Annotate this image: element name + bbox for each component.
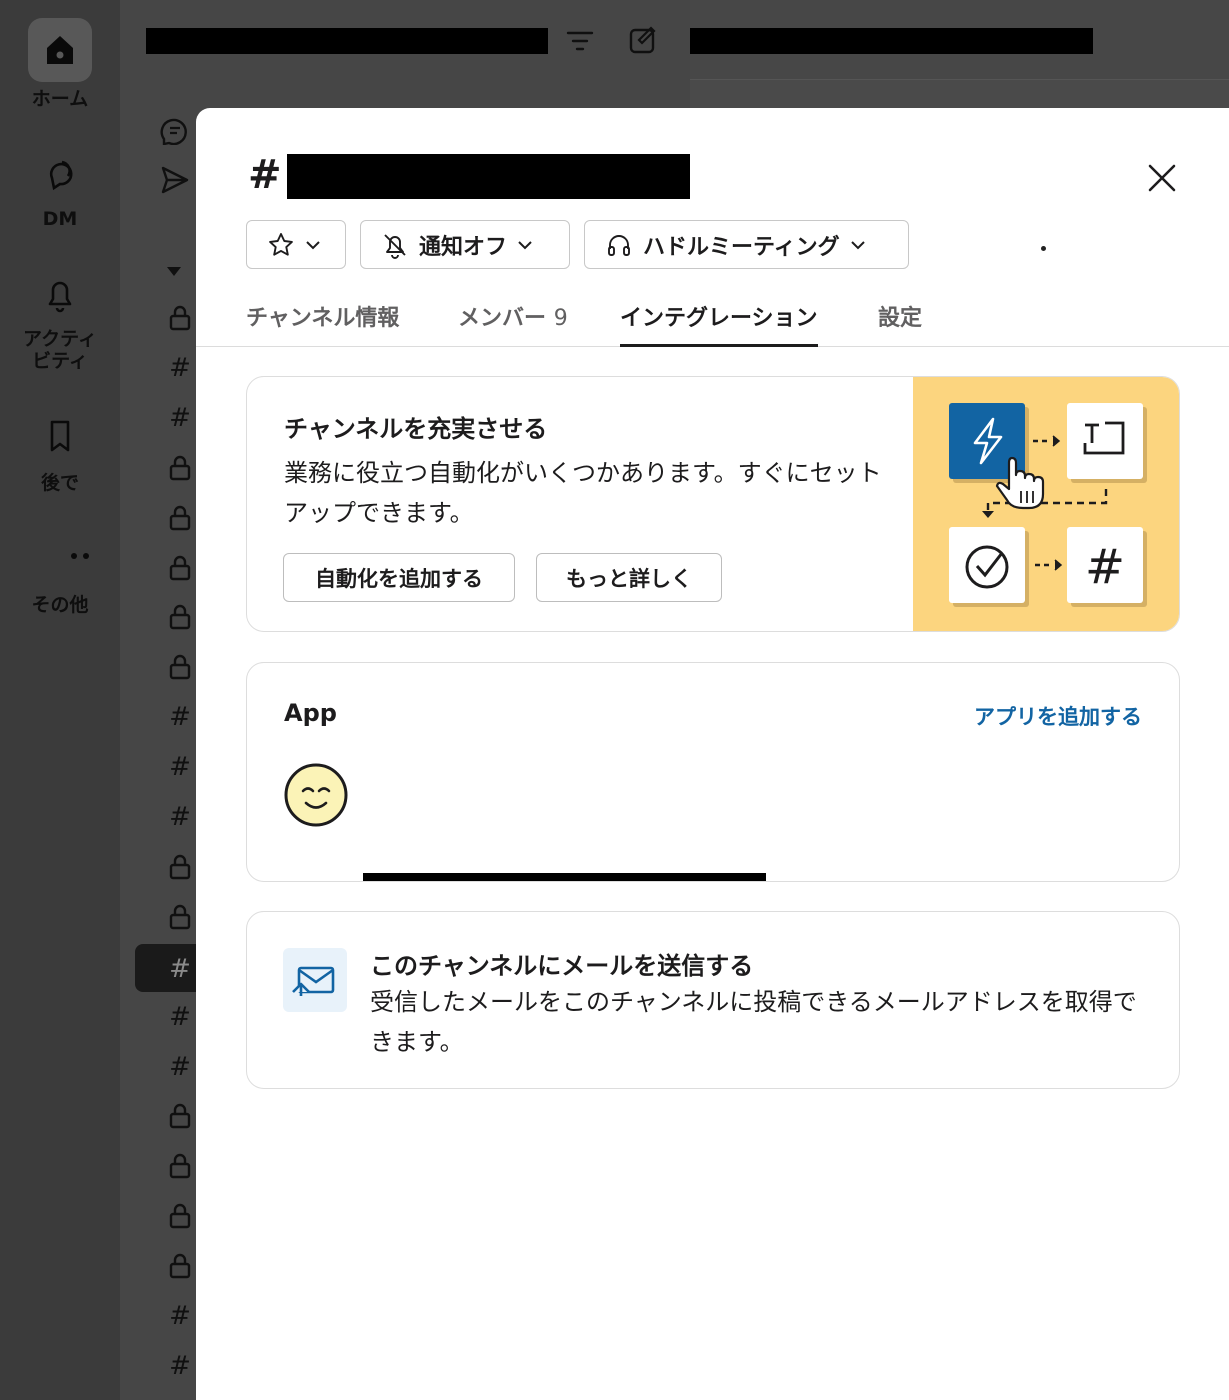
lock-icon[interactable] — [160, 498, 200, 538]
email-icon — [283, 948, 347, 1012]
lock-icon[interactable] — [160, 1146, 200, 1186]
app-name-redacted[interactable] — [363, 873, 766, 881]
promo-title: チャンネルを充実させる — [284, 415, 548, 443]
stray-dot — [1041, 246, 1046, 251]
rail-activity-label: アクティ ビティ — [23, 328, 97, 372]
tab-members[interactable]: メンバー 9 — [458, 300, 568, 347]
chevron-down-icon — [306, 240, 320, 249]
compose-icon[interactable] — [628, 24, 660, 60]
modal-title-hash: # — [248, 152, 282, 198]
rail-home-label: ホーム — [31, 88, 89, 110]
rail-dm-label: DM — [42, 208, 78, 230]
rail-dm[interactable]: DM — [0, 148, 120, 230]
lock-icon[interactable] — [160, 298, 200, 338]
learn-more-button[interactable]: もっと詳しく — [536, 553, 722, 602]
notification-dropdown-button[interactable]: 通知オフ — [360, 220, 570, 269]
lock-icon[interactable] — [160, 897, 200, 937]
dm-icon — [28, 148, 92, 196]
tab-integrations[interactable]: インテグレーション — [620, 300, 818, 347]
filter-icon[interactable] — [566, 28, 594, 58]
lock-icon[interactable] — [160, 647, 200, 687]
huddle-dropdown-button[interactable]: ハドルミーティング — [584, 220, 909, 269]
tab-bar: チャンネル情報 メンバー 9 インテグレーション 設定 — [196, 300, 1229, 347]
rail-more-label: その他 — [31, 594, 89, 616]
apps-section-title: App — [284, 699, 337, 727]
email-title: このチャンネルにメールを送信する — [370, 952, 754, 980]
email-description: 受信したメールをこのチャンネルに投稿できるメールアドレスを取得できます。 — [370, 988, 1137, 1056]
star-icon — [269, 232, 293, 256]
promo-description: 業務に役立つ自動化がいくつかあります。すぐにセットアップできます。 — [284, 459, 882, 527]
svg-text:#: # — [1085, 539, 1125, 595]
workspace-name-redacted — [146, 28, 548, 54]
bell-icon — [28, 270, 92, 318]
notification-label: 通知オフ — [419, 234, 508, 260]
hash-icon[interactable]: # — [160, 1346, 200, 1386]
more-icon — [28, 536, 101, 576]
hash-icon[interactable]: # — [160, 997, 200, 1037]
threads-icon[interactable] — [160, 115, 190, 149]
lock-icon[interactable] — [160, 847, 200, 887]
rail-more[interactable]: その他 — [0, 536, 120, 616]
tab-settings[interactable]: 設定 — [878, 300, 922, 347]
hash-icon[interactable]: # — [160, 348, 200, 388]
lock-icon[interactable] — [160, 1196, 200, 1236]
chevron-down-icon — [850, 240, 865, 249]
chevron-down-icon — [518, 240, 532, 249]
modal-channel-name-redacted — [287, 154, 690, 199]
bookmark-icon — [28, 412, 92, 460]
rail-later-label: 後で — [40, 472, 79, 494]
workspace-rail: ホーム DM アクティ ビティ 後で その他 — [0, 0, 120, 1400]
members-count: 9 — [553, 306, 568, 331]
hash-icon[interactable]: # — [160, 697, 200, 737]
lock-icon[interactable] — [160, 1096, 200, 1136]
close-icon — [1148, 164, 1176, 192]
hash-icon[interactable]: # — [160, 1296, 200, 1336]
lock-icon[interactable] — [160, 1246, 200, 1286]
channel-details-modal: # 通知オフ ハドルミーティング チャンネル情報 メンバー 9 インテグレーショ… — [196, 108, 1229, 1400]
app-avatar[interactable] — [284, 763, 348, 827]
hash-icon: # — [169, 954, 191, 984]
automation-promo-card: チャンネルを充実させる 業務に役立つ自動化がいくつかあります。すぐにセットアップ… — [246, 376, 1180, 632]
smiley-icon — [284, 763, 348, 827]
lock-icon[interactable] — [160, 548, 200, 588]
add-app-link[interactable]: アプリを追加する — [974, 701, 1142, 731]
huddle-label: ハドルミーティング — [643, 234, 840, 260]
apps-card: App アプリを追加する — [246, 662, 1180, 882]
close-button[interactable] — [1140, 156, 1184, 200]
tab-channel-info[interactable]: チャンネル情報 — [246, 300, 399, 347]
rail-activity[interactable]: アクティ ビティ — [0, 270, 120, 372]
lock-icon[interactable] — [160, 597, 200, 637]
star-dropdown-button[interactable] — [246, 220, 346, 269]
hash-icon[interactable]: # — [160, 747, 200, 787]
bell-off-icon — [384, 233, 406, 259]
caret-down-icon[interactable] — [166, 262, 182, 281]
channel-name-redacted — [690, 28, 1093, 54]
add-automation-button[interactable]: 自動化を追加する — [283, 553, 515, 602]
automation-illustration: # — [913, 377, 1179, 631]
hash-icon[interactable]: # — [160, 398, 200, 438]
hash-icon[interactable]: # — [160, 797, 200, 837]
email-integration-card[interactable]: このチャンネルにメールを送信する 受信したメールをこのチャンネルに投稿できるメー… — [246, 911, 1180, 1089]
hash-icon[interactable]: # — [160, 1047, 200, 1087]
send-icon[interactable] — [160, 165, 190, 199]
rail-home[interactable]: ホーム — [0, 18, 120, 110]
home-icon — [28, 18, 92, 82]
lock-icon[interactable] — [160, 448, 200, 488]
headphones-icon — [608, 234, 630, 256]
rail-later[interactable]: 後で — [0, 412, 120, 494]
